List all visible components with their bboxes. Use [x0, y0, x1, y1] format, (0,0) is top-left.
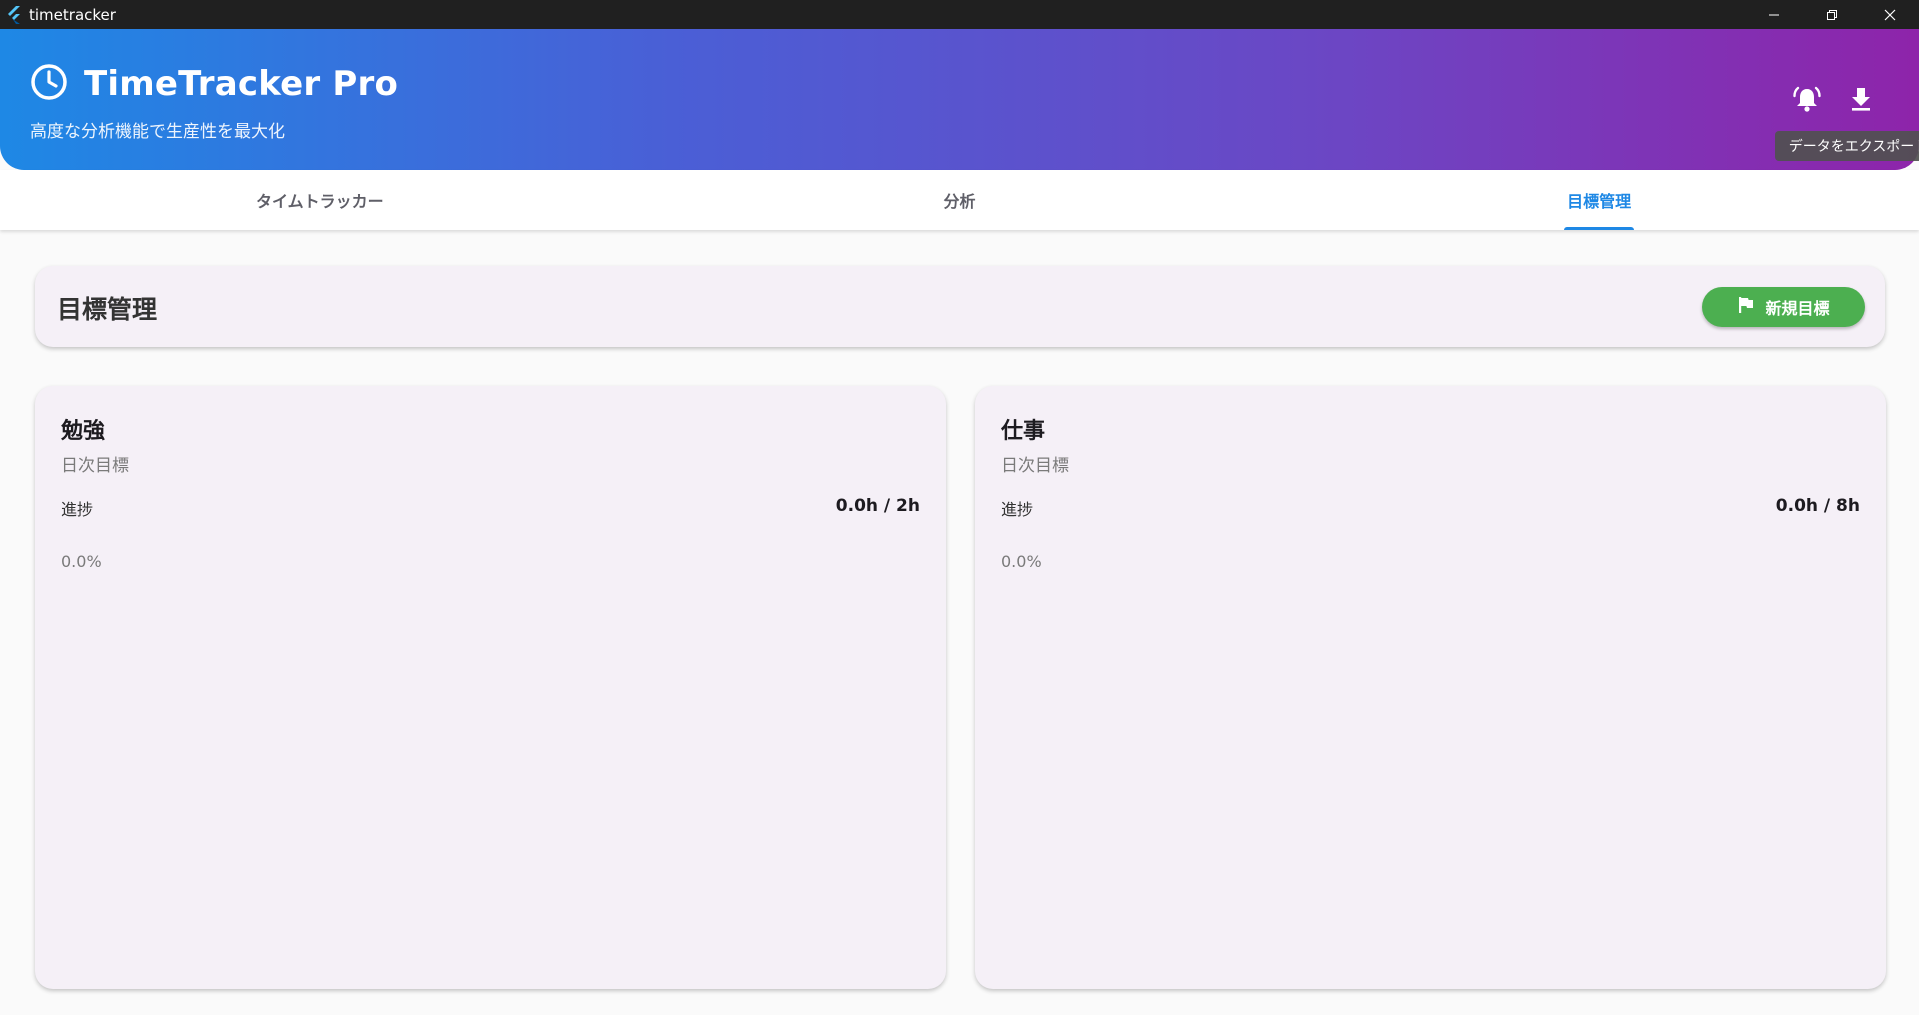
clock-icon: [30, 63, 68, 105]
goals-header-card: 目標管理 新規目標: [35, 266, 1885, 347]
progress-bar: [1001, 526, 1860, 532]
flag-icon: [1737, 296, 1755, 318]
tab-label: 分析: [943, 192, 976, 211]
goal-card: 仕事 日次目標 進捗 0.0h / 8h 0.0%: [975, 386, 1886, 989]
tab-analytics[interactable]: 分析: [640, 170, 1280, 230]
flutter-logo-icon: [0, 0, 29, 29]
progress-label: 進捗: [1001, 500, 1034, 519]
goal-period: 日次目標: [61, 456, 129, 476]
alarm-icon[interactable]: [1789, 81, 1825, 117]
window-titlebar: timetracker: [0, 0, 1919, 29]
progress-value: 0.0h / 2h: [835, 496, 920, 516]
tab-label: タイムトラッカー: [255, 192, 384, 211]
app-name: TimeTracker Pro: [84, 64, 399, 104]
export-tooltip: データをエクスポート: [1775, 131, 1919, 161]
tab-bar: タイムトラッカー 分析 目標管理: [0, 170, 1919, 230]
close-icon[interactable]: [1861, 0, 1919, 29]
progress-percent: 0.0%: [1001, 552, 1042, 571]
progress-label: 進捗: [61, 500, 94, 519]
app-tagline: 高度な分析機能で生産性を最大化: [30, 122, 285, 142]
section-title: 目標管理: [57, 295, 158, 324]
restore-icon[interactable]: [1803, 0, 1861, 29]
progress-value: 0.0h / 8h: [1775, 496, 1860, 516]
tab-time-tracker[interactable]: タイムトラッカー: [0, 170, 640, 230]
tab-label: 目標管理: [1567, 192, 1632, 211]
minimize-icon[interactable]: [1745, 0, 1803, 29]
header-actions: [1789, 81, 1879, 117]
goal-period: 日次目標: [1001, 456, 1069, 476]
progress-bar: [61, 526, 920, 532]
tab-goals[interactable]: 目標管理: [1279, 170, 1919, 230]
window-title: timetracker: [29, 5, 116, 24]
window-controls: [1745, 0, 1919, 29]
progress-percent: 0.0%: [61, 552, 102, 571]
app-header: TimeTracker Pro 高度な分析機能で生産性を最大化: [0, 29, 1919, 170]
download-icon[interactable]: [1843, 81, 1879, 117]
app-logo-row: TimeTracker Pro: [30, 63, 398, 105]
active-tab-indicator: [1564, 227, 1635, 230]
new-goal-label: 新規目標: [1765, 299, 1830, 318]
goal-name: 仕事: [1001, 419, 1046, 444]
goal-card: 勉強 日次目標 進捗 0.0h / 2h 0.0%: [35, 386, 946, 989]
new-goal-button[interactable]: 新規目標: [1702, 287, 1865, 327]
goal-name: 勉強: [61, 419, 106, 444]
